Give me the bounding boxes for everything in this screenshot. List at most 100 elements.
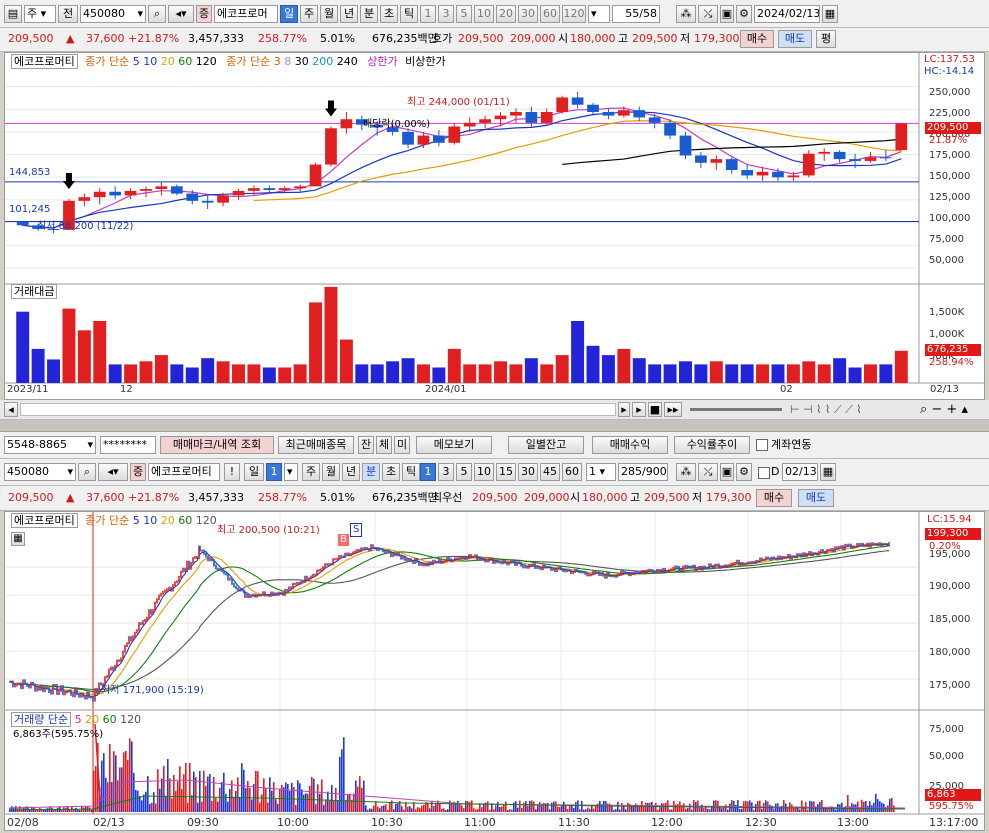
save-icon[interactable]: ▣ — [720, 5, 734, 23]
bottom-drawing-icon[interactable]: ⤯ — [698, 463, 718, 481]
interval-3[interactable]: 3 — [438, 5, 454, 23]
sec-button[interactable]: 전 — [58, 5, 78, 23]
bottom-date-field[interactable]: 02/13 — [782, 463, 818, 481]
bottom-period-year[interactable]: 년 — [342, 463, 360, 481]
code-input[interactable]: 450080 ▾ — [80, 5, 146, 23]
interval-20[interactable]: 20 — [496, 5, 516, 23]
d-checkbox[interactable] — [758, 467, 770, 479]
filled-button[interactable]: 체 — [376, 436, 392, 454]
fast-forward-icon[interactable]: ▸▸ — [664, 402, 682, 417]
bottom-interval-60[interactable]: 60 — [562, 463, 582, 481]
speaker-icon[interactable]: ◂▾ — [168, 5, 194, 23]
bottom-calendar-icon[interactable]: ▦ — [820, 463, 836, 481]
bottom-interval-3[interactable]: 3 — [438, 463, 454, 481]
account-select[interactable]: 5548-8865 ▾ — [4, 436, 96, 454]
bottom-step-select[interactable]: 1 ▾ — [586, 463, 616, 481]
b-grid-icon[interactable]: ▦ — [11, 532, 25, 546]
password-field[interactable]: ******** — [100, 436, 156, 454]
period-month[interactable]: 월 — [320, 5, 338, 23]
bottom-period-num[interactable]: 1 — [266, 463, 282, 481]
period-week[interactable]: 주 — [300, 5, 318, 23]
balance-button[interactable]: 잔 — [358, 436, 374, 454]
bottom-interval-45[interactable]: 45 — [540, 463, 560, 481]
bottom-period-day[interactable]: 일 — [244, 463, 264, 481]
bottom-save-icon[interactable]: ▣ — [720, 463, 734, 481]
play-icon[interactable]: ▸ — [632, 402, 646, 417]
interval-10[interactable]: 10 — [474, 5, 494, 23]
memo-button[interactable]: 메모보기 — [416, 436, 492, 454]
interval-120[interactable]: 120 — [562, 5, 586, 23]
bottom-period-week[interactable]: 주 — [302, 463, 320, 481]
drawing-icon[interactable]: ⤯ — [698, 5, 718, 23]
period-day[interactable]: 일 — [280, 5, 298, 23]
count-field[interactable]: 55/58 — [612, 5, 660, 23]
b-sell-button[interactable]: 매도 — [798, 489, 834, 507]
b-buy-button[interactable]: 매수 — [756, 489, 792, 507]
period-sec[interactable]: 초 — [380, 5, 398, 23]
bottom-speaker-icon[interactable]: ◂▾ — [98, 463, 128, 481]
trade-profit-button[interactable]: 매매수익 — [592, 436, 668, 454]
volume-bar — [729, 803, 731, 812]
volume-bar — [349, 793, 351, 812]
bottom-period-sec[interactable]: 초 — [382, 463, 400, 481]
bottom-price-chart[interactable] — [5, 512, 986, 832]
buy-button[interactable]: 매수 — [740, 30, 774, 48]
interval-60[interactable]: 60 — [540, 5, 560, 23]
bottom-interval-15[interactable]: 15 — [496, 463, 516, 481]
bottom-interval-30[interactable]: 30 — [518, 463, 538, 481]
period-tick[interactable]: 틱 — [400, 5, 418, 23]
bottom-count-field[interactable]: 285/900 — [618, 463, 668, 481]
alert-icon[interactable]: ! — [224, 463, 240, 481]
calendar-icon[interactable]: ▦ — [822, 5, 838, 23]
tools-icon[interactable]: ⁂ — [676, 5, 696, 23]
bottom-search-icon[interactable]: ⌕ — [78, 463, 96, 481]
bottom-period-tick[interactable]: 틱 — [402, 463, 420, 481]
return-trend-button[interactable]: 수익률추이 — [674, 436, 750, 454]
draw-tools-icons[interactable]: ⊢ ⊣ ⌇ ⌇ ⟋ ⟋ ⌇ — [790, 402, 862, 418]
bottom-tools-icon[interactable]: ⁂ — [676, 463, 696, 481]
minute-candle — [712, 564, 714, 569]
account-link-checkbox[interactable] — [756, 439, 768, 451]
bottom-period-select[interactable]: ▾ — [284, 463, 298, 481]
window-menu-icon[interactable]: ▤ — [4, 5, 22, 23]
stock-badge-icon[interactable]: 증 — [196, 5, 212, 23]
top-chart-panel[interactable]: 에코프로머티 종가 단순 5 10 20 60 120 종가 단순 3 8 30… — [4, 52, 985, 400]
volume-bar — [879, 801, 881, 812]
period-year[interactable]: 년 — [340, 5, 358, 23]
bottom-gear-icon[interactable]: ⚙ — [736, 463, 752, 481]
avg-button[interactable]: 평 — [816, 30, 836, 48]
bottom-period-month[interactable]: 월 — [322, 463, 340, 481]
bottom-code-input[interactable]: 450080 ▾ — [4, 463, 76, 481]
bottom-chart-panel[interactable]: 에코프로머티 종가 단순 5 10 20 60 120 ▦ 최고 200,500… — [4, 511, 985, 831]
volume-bar — [557, 806, 559, 812]
bottom-interval-1[interactable]: 1 — [420, 463, 436, 481]
gear-icon[interactable]: ⚙ — [736, 5, 752, 23]
date-field[interactable]: 2024/02/13 — [754, 5, 820, 23]
scroll-right-icon[interactable]: ▸ — [618, 402, 630, 417]
market-select[interactable]: 주 ▾ — [24, 5, 56, 23]
interval-5[interactable]: 5 — [456, 5, 472, 23]
zoom-slider[interactable] — [690, 408, 782, 411]
interval-select[interactable]: ▾ — [588, 5, 610, 23]
scroll-left-icon[interactable]: ◂ — [4, 402, 18, 417]
sell-button[interactable]: 매도 — [778, 30, 812, 48]
bottom-stock-badge-icon[interactable]: 증 — [130, 463, 146, 481]
zoom-icons[interactable]: ⌕ − + ▴ — [920, 402, 968, 418]
minute-candle — [570, 569, 572, 575]
interval-30[interactable]: 30 — [518, 5, 538, 23]
bottom-period-min[interactable]: 분 — [362, 463, 380, 481]
search-icon[interactable]: ⌕ — [148, 5, 166, 23]
stop-icon[interactable]: ■ — [648, 402, 662, 417]
trade-mark-button[interactable]: 매매마크/내역 조회 — [160, 436, 274, 454]
bottom-interval-10[interactable]: 10 — [474, 463, 494, 481]
volume-bar — [705, 807, 707, 812]
period-min[interactable]: 분 — [360, 5, 378, 23]
recent-trades-button[interactable]: 최근매매종목 — [278, 436, 354, 454]
minute-candle — [150, 609, 152, 615]
unfilled-button[interactable]: 미 — [394, 436, 410, 454]
interval-1[interactable]: 1 — [420, 5, 436, 23]
scroll-track[interactable] — [20, 403, 616, 416]
volume-bar — [589, 808, 591, 812]
daily-balance-button[interactable]: 일별잔고 — [508, 436, 584, 454]
bottom-interval-5[interactable]: 5 — [456, 463, 472, 481]
